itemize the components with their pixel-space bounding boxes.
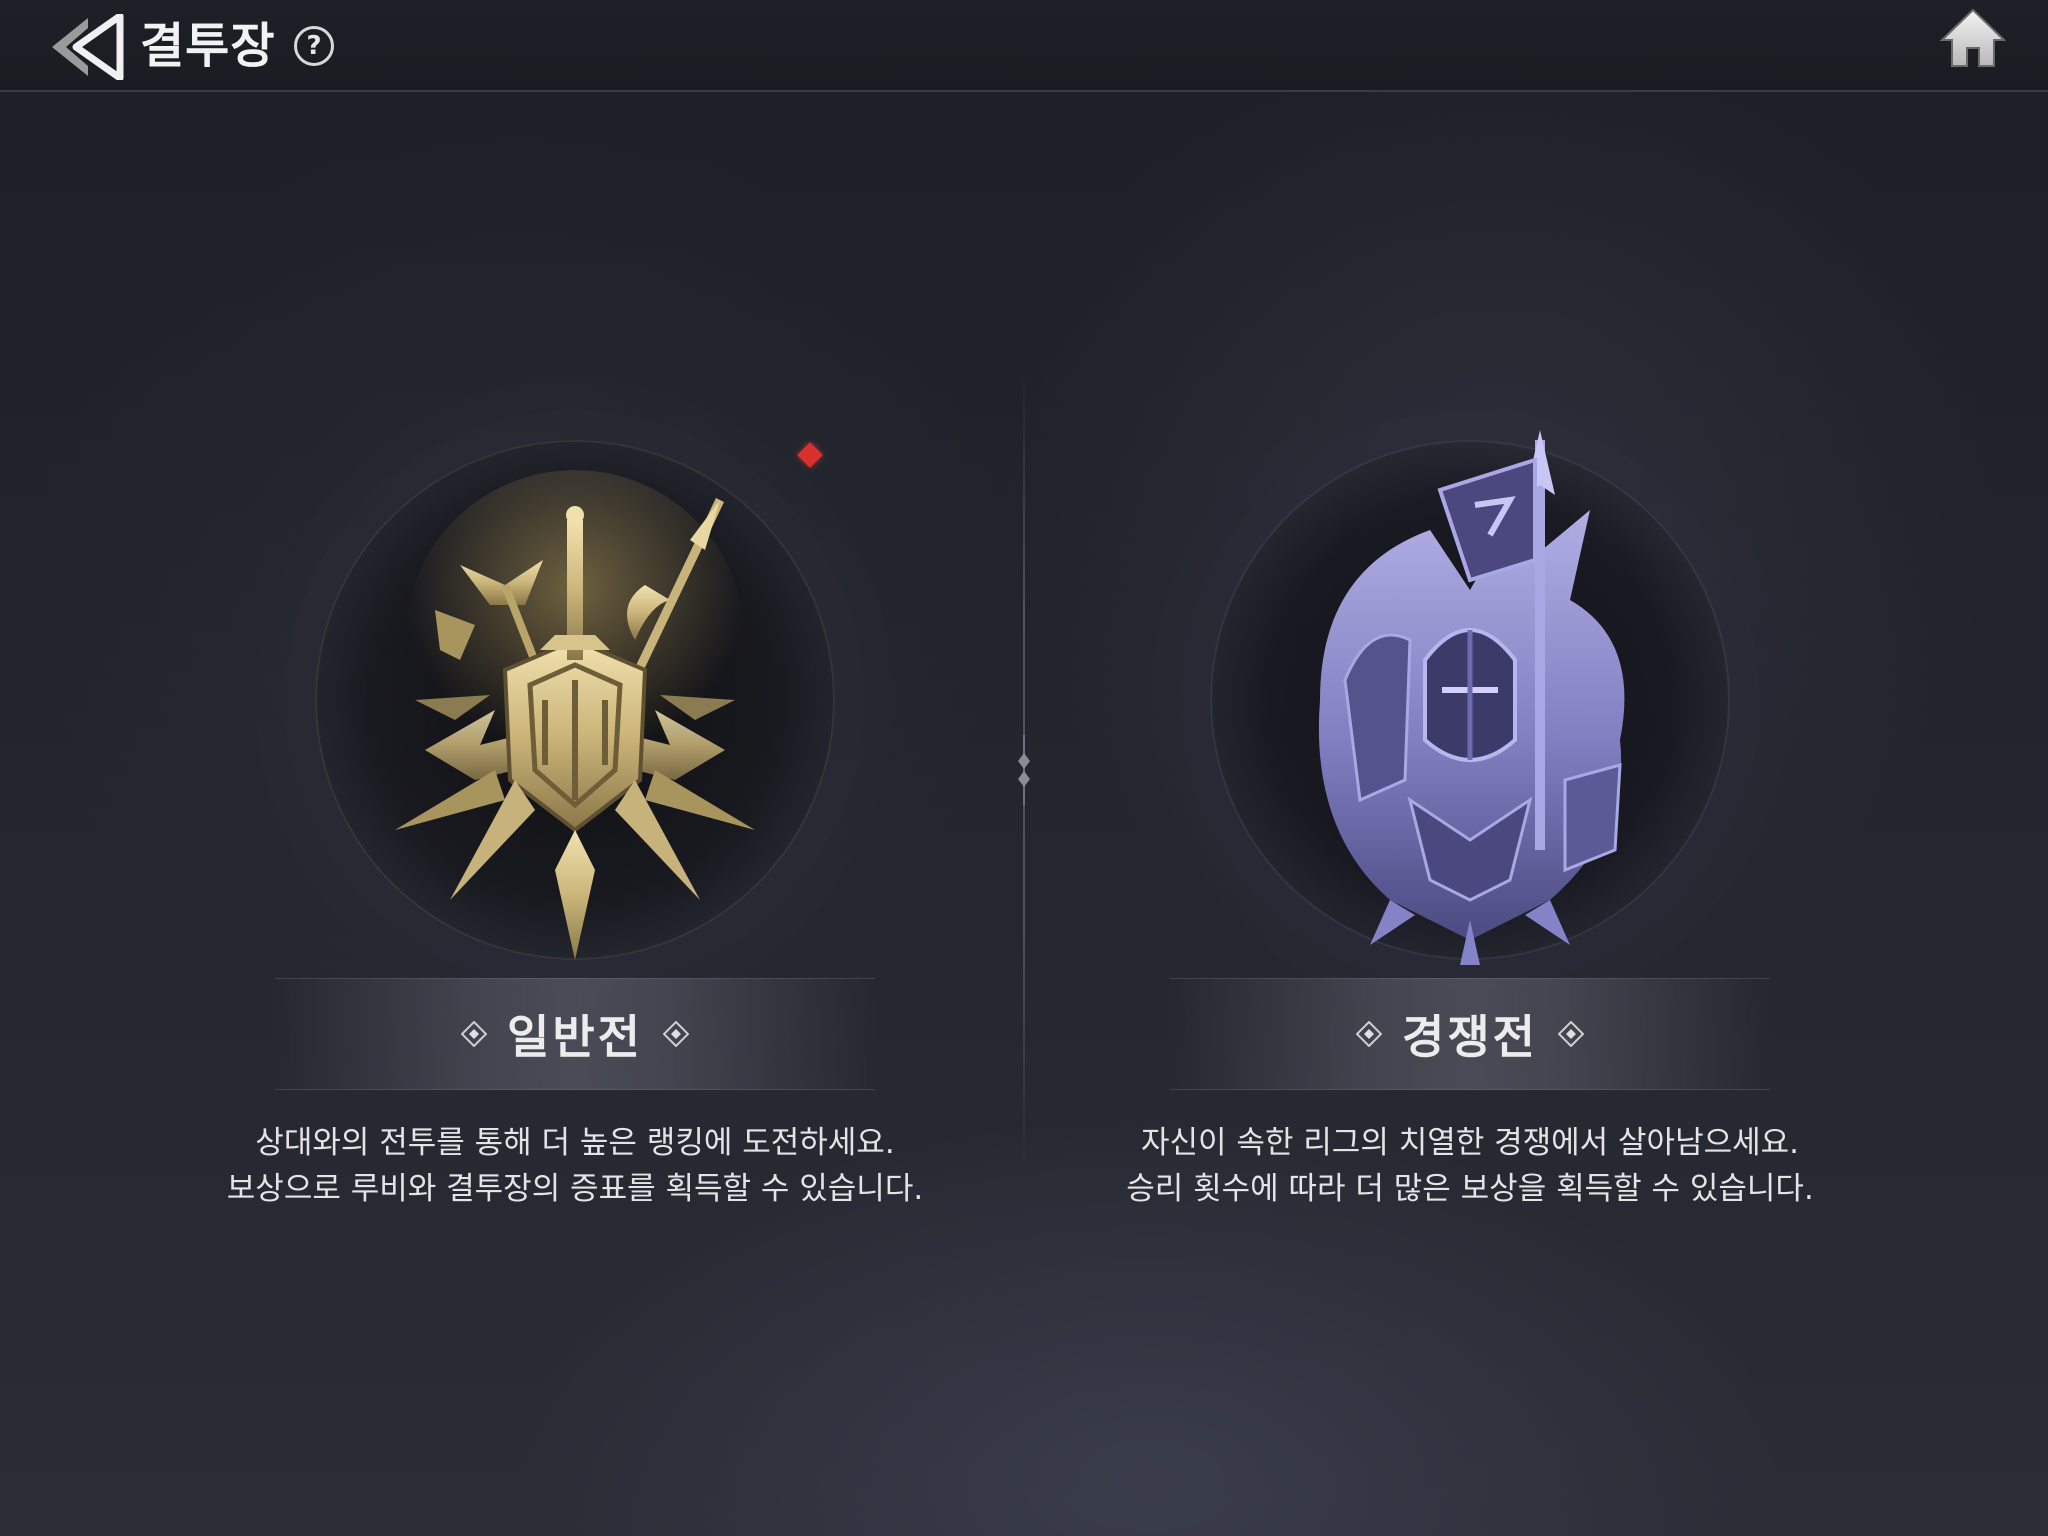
question-circle-icon: ? <box>306 31 322 61</box>
gold-sword-crest-emblem-icon <box>395 470 755 960</box>
double-arrow-back-icon <box>52 12 124 82</box>
top-bar: 결투장 ? <box>0 0 2048 92</box>
arena-screen: 결투장 ? 일반전 상대와의 전투를 통해 더 높은 랭킹에 도전하세요. 보상… <box>0 0 2048 1536</box>
description-line: 자신이 속한 리그의 치열한 경쟁에서 살아남으세요. <box>1140 1125 1800 1161</box>
description-line: 보상으로 루비와 결투장의 증표를 획득할 수 있습니다. <box>226 1171 924 1207</box>
diamond-ornament-icon <box>461 1021 488 1047</box>
mode-description: 상대와의 전투를 통해 더 높은 랭킹에 도전하세요. 보상으로 루비와 결투장… <box>125 1120 1025 1212</box>
mode-title: 경쟁전 <box>1402 1010 1538 1064</box>
mode-title: 일반전 <box>507 1010 643 1064</box>
home-icon <box>1939 8 2007 67</box>
mode-card-normal[interactable]: 일반전 상대와의 전투를 통해 더 높은 랭킹에 도전하세요. 보상으로 루비와… <box>125 380 1025 1240</box>
mode-card-ranked[interactable]: 경쟁전 자신이 속한 리그의 치열한 경쟁에서 살아남으세요. 승리 횟수에 따… <box>1020 380 1920 1240</box>
description-line: 상대와의 전투를 통해 더 높은 랭킹에 도전하세요. <box>255 1125 895 1161</box>
emblem-normal <box>275 400 875 1000</box>
mode-description: 자신이 속한 리그의 치열한 경쟁에서 살아남으세요. 승리 횟수에 따라 더 … <box>1020 1120 1920 1212</box>
mode-title-bar: 일반전 <box>275 978 875 1090</box>
description-line: 승리 횟수에 따라 더 많은 보상을 획득할 수 있습니다. <box>1126 1171 1814 1207</box>
violet-knight-banner-emblem-icon <box>1318 430 1625 965</box>
diamond-ornament-icon <box>662 1021 689 1047</box>
back-button[interactable] <box>48 12 126 82</box>
diamond-ornament-icon <box>1356 1021 1383 1047</box>
page-title: 결투장 <box>140 18 276 74</box>
mode-title-bar: 경쟁전 <box>1170 978 1770 1090</box>
emblem-ranked <box>1170 400 1770 1000</box>
help-button[interactable]: ? <box>294 26 334 66</box>
home-button[interactable] <box>1939 8 2007 70</box>
diamond-ornament-icon <box>1557 1021 1584 1047</box>
